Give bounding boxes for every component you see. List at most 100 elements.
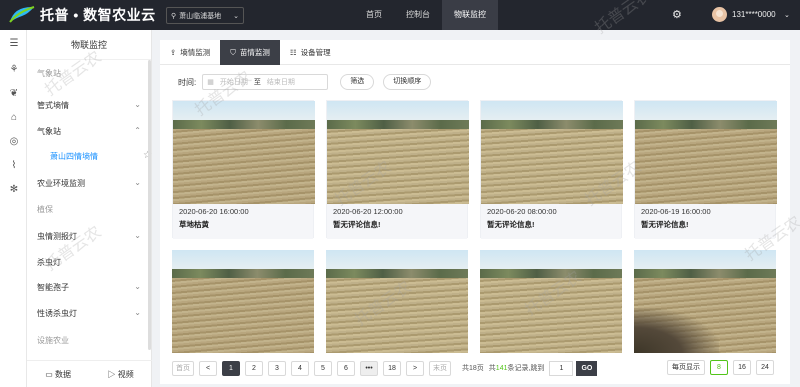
photo-card[interactable] — [326, 250, 468, 354]
sidebar-item-label: 设施农业 — [37, 336, 69, 345]
sidebar-item-xiaoshan[interactable]: 萧山四情墒情☆ — [50, 150, 160, 162]
leaf-icon[interactable]: ❦ — [8, 88, 20, 99]
plant-icon[interactable]: ⚘ — [8, 64, 20, 75]
field-photo[interactable] — [327, 101, 469, 204]
per-page-selector: 每页显示 8 16 24 — [662, 360, 774, 375]
time-label: 时间: — [178, 77, 197, 87]
sidebar-item-label: 植保 — [37, 205, 53, 214]
sidebar-item-label: 性诱杀虫灯 — [37, 309, 77, 318]
field-photo[interactable] — [326, 250, 468, 353]
jump-page-input[interactable]: 1 — [549, 360, 574, 376]
sidebar-item-pipe-soil[interactable]: 管式墒情 ⌄ — [37, 100, 147, 111]
last-page-button[interactable]: 末页 — [429, 360, 451, 376]
field-photo[interactable] — [635, 101, 777, 204]
chart-icon[interactable]: ⌇ — [8, 160, 20, 171]
page-button[interactable]: 3 — [268, 360, 286, 376]
sidebar-title: 物联监控 — [27, 30, 151, 60]
page-ellipsis[interactable]: ••• — [360, 360, 378, 376]
prev-page-button[interactable]: < — [199, 360, 217, 376]
data-button[interactable]: ▭ 数据 — [45, 369, 71, 380]
sidebar-scrollbar[interactable] — [148, 60, 151, 350]
page-button[interactable]: 6 — [337, 360, 355, 376]
monitor-icon: ▭ — [45, 369, 53, 379]
filter-bar: 时间: ▦ 开始日期 至 结束日期 筛选 切换顺序 — [178, 74, 432, 90]
sidebar-item-weather-station[interactable]: 气象站 ⌃ — [37, 126, 147, 137]
per-page-option[interactable]: 16 — [733, 360, 751, 375]
sidebar-group-facility: 设施农业 — [37, 335, 147, 346]
photo-card[interactable]: 2020-06-20 16:00:00 草地枯黄 — [172, 100, 315, 239]
per-page-option[interactable]: 24 — [756, 360, 774, 375]
sidebar-item-spore[interactable]: 智能孢子 ⌄ — [37, 282, 147, 293]
first-page-button[interactable]: 首页 — [172, 360, 194, 376]
tab-device-manage[interactable]: ☷ 设备管理 — [280, 40, 341, 65]
field-photo[interactable] — [173, 101, 315, 204]
tab-seedling-monitor[interactable]: ⛉ 苗情监测 — [220, 40, 280, 65]
start-date-input[interactable]: 开始日期 — [220, 77, 248, 87]
filter-button[interactable]: 筛选 — [340, 74, 375, 90]
photo-comment: 暂无评论信息! — [487, 220, 535, 229]
shield-icon: ⛉ — [230, 48, 236, 57]
sidebar-group-plant-protect: 植保 — [37, 204, 147, 215]
tab-soil-monitor[interactable]: ⇪ 墒情监测 — [160, 40, 220, 65]
field-photo[interactable] — [480, 250, 622, 353]
chevron-up-icon: ⌃ — [134, 126, 141, 135]
user-name[interactable]: 131****0000 — [732, 0, 776, 30]
photo-card[interactable] — [634, 250, 776, 354]
toggle-order-button[interactable]: 切换顺序 — [383, 74, 432, 90]
page-button[interactable]: 2 — [245, 360, 263, 376]
go-button[interactable]: GO — [576, 360, 598, 376]
page-button[interactable]: 18 — [383, 360, 401, 376]
range-separator: 至 — [253, 79, 261, 86]
data-label: 数据 — [55, 369, 72, 379]
page-button[interactable]: 5 — [314, 360, 332, 376]
sidebar-item-insect-killer[interactable]: 杀虫灯 — [37, 257, 147, 268]
sidebar-item-label: 智能孢子 — [37, 283, 69, 292]
bug-icon[interactable]: ✻ — [8, 184, 20, 195]
chevron-down-icon: ⌄ — [134, 231, 141, 240]
photo-comment: 暂无评论信息! — [641, 220, 689, 229]
sidebar-item-label: 气象站 — [37, 69, 61, 78]
video-button[interactable]: ▷ 视频 — [108, 369, 134, 380]
photo-card[interactable] — [172, 250, 314, 354]
pagination: 首页 < 1 2 3 4 5 6 ••• 18 > 末页 共18页 共141条记… — [172, 360, 782, 376]
photo-card[interactable]: 2020-06-20 12:00:00 暂无评论信息! — [326, 100, 469, 239]
next-page-button[interactable]: > — [406, 360, 424, 376]
photo-card[interactable] — [480, 250, 622, 354]
nav-console[interactable]: 控制台 — [394, 0, 442, 30]
photo-card[interactable]: 2020-06-20 08:00:00 暂无评论信息! — [480, 100, 623, 239]
location-select[interactable]: ⚲ 萧山临浦基地 ⌄ — [166, 7, 244, 24]
tab-label: 苗情监测 — [239, 48, 270, 57]
photo-card[interactable]: 2020-06-19 16:00:00 暂无评论信息! — [634, 100, 777, 239]
field-photo[interactable] — [634, 250, 776, 353]
sidebar: 物联监控 气象站 管式墒情⌄ 气象站⌃ 萧山四情墒情☆ 农业环境监测⌄ 植保 虫… — [27, 30, 152, 387]
sidebar-item-label: 气象站 — [37, 127, 61, 136]
avatar[interactable] — [712, 7, 727, 22]
sidebar-item-lure-lamp[interactable]: 性诱杀虫灯 ⌄ — [37, 308, 147, 319]
menu-icon[interactable]: ☰ — [8, 38, 20, 49]
tab-bar: ⇪ 墒情监测 ⛉ 苗情监测 ☷ 设备管理 — [160, 40, 790, 65]
chevron-down-icon: ⌄ — [134, 308, 141, 317]
page-button[interactable]: 4 — [291, 360, 309, 376]
page-button[interactable]: 1 — [222, 360, 240, 376]
sidebar-item-label: 虫情测报灯 — [37, 232, 77, 241]
sidebar-group-weather: 气象站 — [37, 68, 147, 79]
sidebar-item-env-monitor[interactable]: 农业环境监测 ⌄ — [37, 178, 147, 189]
sidebar-item-label: 萧山四情墒情 — [50, 152, 98, 161]
date-range-picker[interactable]: ▦ 开始日期 至 结束日期 — [202, 74, 329, 90]
sidebar-item-label: 农业环境监测 — [37, 179, 85, 188]
per-page-option[interactable]: 8 — [710, 360, 728, 375]
main-panel: ⇪ 墒情监测 ⛉ 苗情监测 ☷ 设备管理 时间: ▦ 开始日期 至 结束日期 筛选 切… — [160, 40, 790, 384]
total-records: 共141条记录,跳到 — [489, 363, 545, 373]
end-date-input[interactable]: 结束日期 — [267, 77, 295, 87]
nav-home[interactable]: 首页 — [354, 0, 394, 30]
field-photo[interactable] — [481, 101, 623, 204]
sidebar-item-pest-lamp[interactable]: 虫情测报灯 ⌄ — [37, 231, 147, 242]
location-pin-icon: ⚲ — [171, 12, 177, 20]
nav-iot-monitor[interactable]: 物联监控 — [442, 0, 498, 30]
home-icon[interactable]: ⌂ — [8, 112, 20, 123]
chevron-down-icon[interactable]: ⌄ — [784, 11, 790, 19]
gear-icon[interactable]: ⚙ — [672, 8, 682, 21]
sidebar-item-label: 管式墒情 — [37, 101, 69, 110]
circle-icon[interactable]: ◎ — [8, 136, 20, 147]
field-photo[interactable] — [172, 250, 314, 353]
